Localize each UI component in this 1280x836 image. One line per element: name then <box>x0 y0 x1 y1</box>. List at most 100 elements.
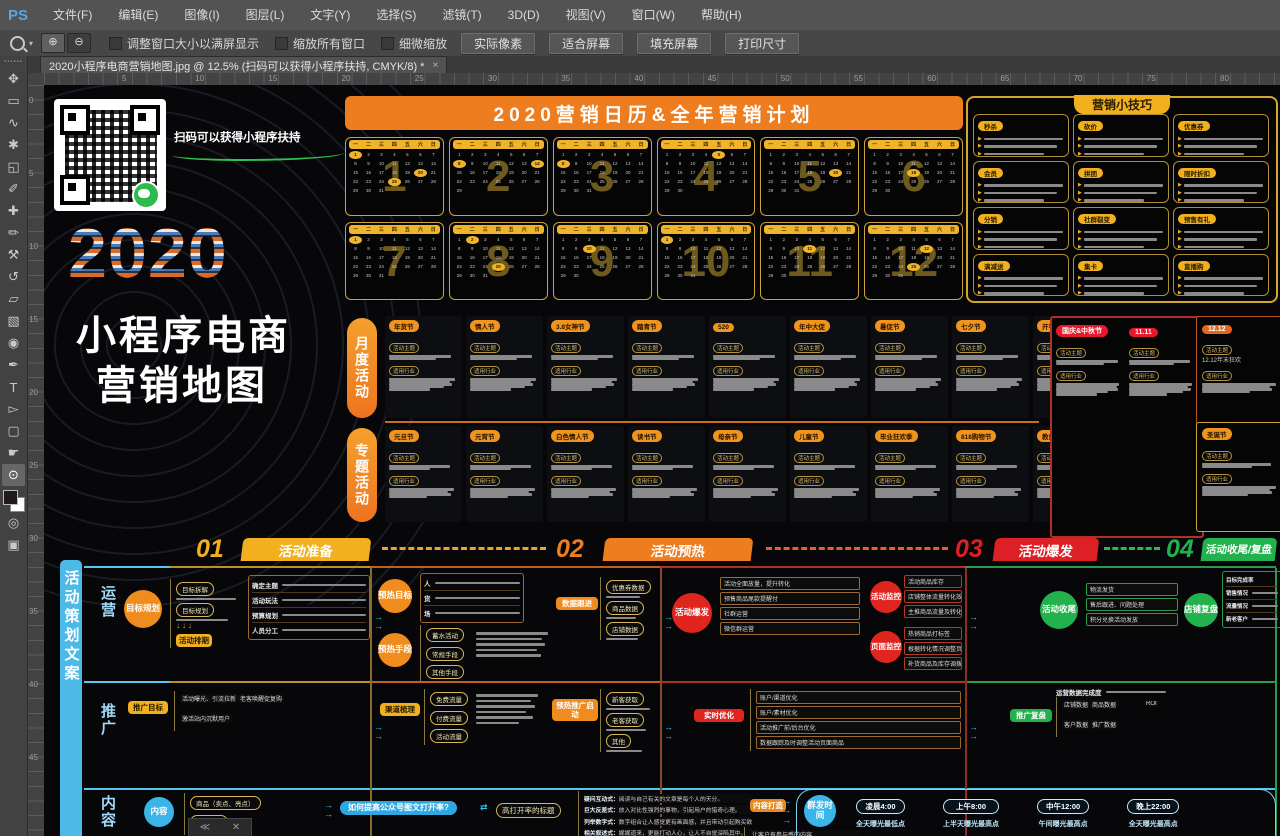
warmup-promo-branches: 新客获取 老客获取 其他 <box>600 689 650 752</box>
eraser-tool[interactable]: ▱ <box>2 288 25 310</box>
zoom-out-button[interactable]: ⊖ <box>67 33 91 53</box>
date: 8 <box>868 160 881 168</box>
date: 8 <box>349 160 362 168</box>
weekday: 六 <box>729 226 734 233</box>
document-tab[interactable]: 2020小程序电商营销地图.jpg @ 12.5% (扫码可以获得小程序扶持, … <box>40 56 447 73</box>
type-tool[interactable]: T <box>2 376 25 398</box>
option-button-1[interactable]: 实际像素 <box>461 33 535 54</box>
date: 7 <box>427 151 440 159</box>
option-checkbox-3[interactable]: 细微缩放 <box>381 35 447 52</box>
option-checkbox-1[interactable]: 调整窗口大小以满屏显示 <box>109 35 259 52</box>
weekday: 一 <box>664 226 669 233</box>
date: 23 <box>362 263 375 271</box>
marquee-tool[interactable]: ▭ <box>2 90 25 112</box>
menu-item-5[interactable]: 文字(Y) <box>297 0 363 30</box>
menu-item-10[interactable]: 窗口(W) <box>619 0 688 30</box>
date: 25 <box>699 263 712 271</box>
quick-mask-icon[interactable]: ◎ <box>2 512 25 534</box>
industry-label: 适用行业 <box>794 366 824 376</box>
date: 8 <box>764 160 777 168</box>
menu-item-4[interactable]: 图层(L) <box>233 0 298 30</box>
hand-tool[interactable]: ☛ <box>2 442 25 464</box>
date: 21 <box>635 169 648 177</box>
text-line <box>632 388 673 391</box>
checkbox-box[interactable] <box>381 37 394 50</box>
shape-tool[interactable]: ▢ <box>2 420 25 442</box>
tip-bullet: ▶ <box>978 245 1064 250</box>
checkbox-box[interactable] <box>275 37 288 50</box>
text-line <box>956 358 1003 361</box>
text-line <box>713 468 754 471</box>
date: 7 <box>842 236 855 244</box>
text-line <box>984 192 1057 195</box>
zoom-tool-icon[interactable] <box>10 36 25 51</box>
option-button-3[interactable]: 填充屏幕 <box>637 33 711 54</box>
option-button-2[interactable]: 适合屏幕 <box>549 33 623 54</box>
menu-item-3[interactable]: 图像(I) <box>171 0 232 30</box>
ruler-number: 10 <box>195 74 204 83</box>
option-checkbox-2[interactable]: 缩放所有窗口 <box>275 35 365 52</box>
checkbox-box[interactable] <box>109 37 122 50</box>
move-tool[interactable]: ✥ <box>2 68 25 90</box>
date: 23 <box>466 263 479 271</box>
date: 8 <box>661 160 674 168</box>
gradient-tool[interactable]: ▧ <box>2 310 25 332</box>
color-swatches[interactable] <box>3 490 25 512</box>
optimize-row: 账户/渠道优化 <box>756 691 961 704</box>
node-content-build: 内容打造 <box>750 799 786 812</box>
theme-label: 活动主题 <box>1202 451 1232 461</box>
lasso-tool[interactable]: ∿ <box>2 112 25 134</box>
option-button-4[interactable]: 打印尺寸 <box>725 33 799 54</box>
date: 19 <box>609 254 622 262</box>
node-open-rate-answer: 高打开率的标题 <box>496 803 561 818</box>
menu-item-8[interactable]: 3D(D) <box>495 0 553 30</box>
zoom-tool[interactable]: ⊙ <box>2 464 25 486</box>
date: 18 <box>388 169 401 177</box>
date: 15 <box>557 254 570 262</box>
crop-tool[interactable]: ◱ <box>2 156 25 178</box>
screen-mode-icon[interactable]: ▣ <box>2 534 25 556</box>
theme-label: 活动主题 <box>470 453 500 463</box>
clone-stamp-tool[interactable]: ⚒ <box>2 244 25 266</box>
history-brush-tool[interactable]: ↺ <box>2 266 25 288</box>
menu-item-1[interactable]: 文件(F) <box>40 0 105 30</box>
close-icon[interactable]: ✕ <box>232 822 240 833</box>
foreground-color-swatch[interactable] <box>3 490 18 505</box>
date: 16 <box>570 169 583 177</box>
date: 22 <box>557 178 570 186</box>
date: 15 <box>349 254 362 262</box>
festival-pill: 母亲节 <box>713 430 743 442</box>
menu-item-7[interactable]: 滤镜(T) <box>429 0 494 30</box>
date: 28 <box>531 178 544 186</box>
brush-tool[interactable]: ✏ <box>2 222 25 244</box>
panel-grip[interactable]: ▪▪▪▪▪▪ <box>4 59 23 65</box>
tip-card-5: 拼团▶▶▶ <box>1073 161 1169 204</box>
menu-item-9[interactable]: 视图(V) <box>553 0 619 30</box>
magic-wand-tool[interactable]: ✱ <box>2 134 25 156</box>
tip-pill: 社群裂变 <box>1078 214 1116 224</box>
pen-tool[interactable]: ✒ <box>2 354 25 376</box>
healing-brush-tool[interactable]: ✚ <box>2 200 25 222</box>
blur-tool[interactable]: ◉ <box>2 332 25 354</box>
document-canvas[interactable]: 扫码可以获得小程序扶持 2020 小程序电商 营销地图 2020营销日历&全年营… <box>44 85 1280 836</box>
theme-label: 活动主题 <box>794 453 824 463</box>
tip-card-7: 分销▶▶▶ <box>973 207 1069 250</box>
date: 28 <box>635 263 648 271</box>
weekday: 六 <box>418 226 423 233</box>
chevron-down-icon[interactable]: ▾ <box>29 39 33 48</box>
path-select-tool[interactable]: ▻ <box>2 398 25 420</box>
row-label-promotion: 推广 <box>100 703 117 738</box>
date: 2 <box>777 151 790 159</box>
menu-item-6[interactable]: 选择(S) <box>363 0 429 30</box>
zoom-in-button[interactable]: ⊕ <box>41 33 65 53</box>
menu-item-2[interactable]: 编辑(E) <box>105 0 171 30</box>
collapsed-panel[interactable]: ≪ ✕ <box>188 818 252 836</box>
collapse-icon[interactable]: ≪ <box>200 822 210 833</box>
data-follow-branches: 优惠券数据 商品数据 店铺数据 <box>600 577 651 640</box>
eyedropper-tool[interactable]: ✐ <box>2 178 25 200</box>
close-icon[interactable]: × <box>432 60 438 71</box>
menu-item-11[interactable]: 帮助(H) <box>688 0 755 30</box>
date: 21 <box>842 169 855 177</box>
tip-bullet: ▶ <box>1078 191 1164 196</box>
title-style-row: 巨大反差式：放入对比性强烈的事物，引起用户的猎奇心理。 <box>584 805 752 814</box>
